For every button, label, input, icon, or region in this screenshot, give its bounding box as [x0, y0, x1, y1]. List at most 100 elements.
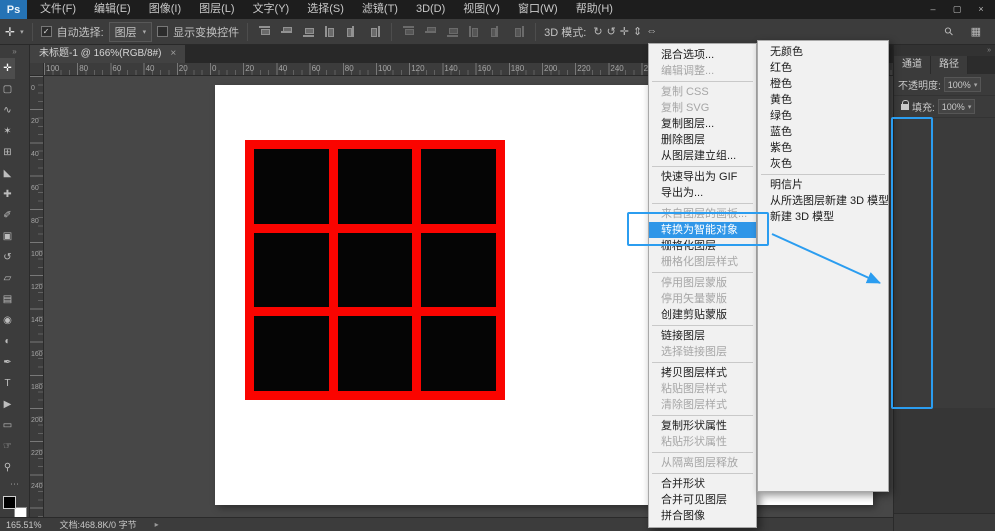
menubar-item-8[interactable]: 视图(V): [454, 0, 509, 19]
context-menu-item-26[interactable]: 清除图层样式: [649, 397, 756, 413]
eraser-tool[interactable]: ▱: [0, 268, 15, 289]
brush-tool[interactable]: ✐: [0, 205, 15, 226]
submenu-item-5[interactable]: 蓝色: [758, 124, 888, 140]
submenu-item-10[interactable]: 从所选图层新建 3D 模型: [758, 193, 888, 209]
hand-tool[interactable]: ☞: [0, 436, 15, 457]
3d-pan-icon[interactable]: ✛: [618, 25, 631, 38]
distribute-top-edges-icon[interactable]: [401, 25, 416, 38]
panel-collapse-icon[interactable]: »: [894, 45, 995, 56]
lock-all-icon[interactable]: [901, 104, 909, 110]
context-menu-item-1[interactable]: 编辑调整...: [649, 63, 756, 79]
history-brush-tool[interactable]: ↺: [0, 247, 15, 268]
dodge-tool[interactable]: ◐: [0, 331, 15, 352]
auto-select-target-dropdown[interactable]: 图层 ▾: [109, 22, 153, 42]
menubar-item-3[interactable]: 图层(L): [190, 0, 243, 19]
type-tool[interactable]: T: [0, 373, 15, 394]
context-menu-item-29[interactable]: 粘贴形状属性: [649, 434, 756, 450]
opacity-dropdown[interactable]: 100% ▾: [944, 77, 982, 92]
context-menu-item-15[interactable]: 栅格化图层样式: [649, 254, 756, 270]
context-menu-item-34[interactable]: 合并可见图层: [649, 492, 756, 508]
minimize-button[interactable]: –: [921, 0, 945, 18]
clone-stamp-tool[interactable]: ▣: [0, 226, 15, 247]
context-menu-item-4[interactable]: 复制 SVG: [649, 100, 756, 116]
distribute-horizontal-centers-icon[interactable]: [489, 25, 504, 38]
workspace-switcher-icon[interactable]: ▦: [969, 25, 983, 38]
align-top-edges-icon[interactable]: [257, 25, 272, 38]
context-menu-item-10[interactable]: 导出为...: [649, 185, 756, 201]
context-menu-item-14[interactable]: 栅格化图层: [649, 238, 756, 254]
healing-brush-tool[interactable]: ✚: [0, 184, 15, 205]
show-transform-checkbox[interactable]: [157, 26, 168, 37]
collapse-toolbar-icon[interactable]: »: [0, 45, 29, 58]
menubar-item-0[interactable]: 文件(F): [31, 0, 85, 19]
zoom-tool[interactable]: ⚲: [0, 457, 15, 478]
context-menu-item-33[interactable]: 合并形状: [649, 476, 756, 492]
distribute-bottom-edges-icon[interactable]: [445, 25, 460, 38]
gradient-tool[interactable]: ▤: [0, 289, 15, 310]
3d-roll-icon[interactable]: ↺: [605, 25, 618, 38]
submenu-item-11[interactable]: 新建 3D 模型: [758, 209, 888, 225]
zoom-level[interactable]: 165.51%: [6, 520, 42, 530]
tab-close-icon[interactable]: ×: [170, 45, 176, 63]
menubar-item-6[interactable]: 滤镜(T): [353, 0, 407, 19]
distribute-left-edges-icon[interactable]: [467, 25, 482, 38]
context-menu-item-35[interactable]: 拼合图像: [649, 508, 756, 524]
rectangular-marquee-tool[interactable]: ▢: [0, 79, 15, 100]
3d-slide-icon[interactable]: ⇕: [631, 25, 644, 38]
submenu-item-3[interactable]: 黄色: [758, 92, 888, 108]
restore-button[interactable]: ▢: [945, 0, 969, 18]
menubar-item-7[interactable]: 3D(D): [407, 0, 454, 19]
distribute-vertical-centers-icon[interactable]: [423, 25, 438, 38]
3d-orbit-icon[interactable]: ↻: [591, 25, 604, 38]
search-icon[interactable]: ⚲: [940, 23, 958, 41]
auto-select-checkbox[interactable]: ✓: [41, 26, 52, 37]
foreground-color-swatch[interactable]: [3, 496, 16, 509]
move-tool[interactable]: ✛: [0, 58, 15, 79]
status-options-caret-icon[interactable]: ▸: [155, 520, 159, 529]
menubar-item-1[interactable]: 编辑(E): [85, 0, 140, 19]
context-menu-item-6[interactable]: 删除图层: [649, 132, 756, 148]
submenu-item-1[interactable]: 红色: [758, 60, 888, 76]
context-menu-item-31[interactable]: 从隔离图层释放: [649, 455, 756, 471]
menubar-item-2[interactable]: 图像(I): [140, 0, 190, 19]
distribute-right-edges-icon[interactable]: [511, 25, 526, 38]
close-button[interactable]: ×: [969, 0, 993, 18]
submenu-item-7[interactable]: 灰色: [758, 156, 888, 172]
panel-tab-0[interactable]: 通道: [894, 56, 931, 74]
context-menu-item-21[interactable]: 链接图层: [649, 328, 756, 344]
context-menu-item-3[interactable]: 复制 CSS: [649, 84, 756, 100]
blur-tool[interactable]: ◉: [0, 310, 15, 331]
submenu-item-6[interactable]: 紫色: [758, 140, 888, 156]
path-selection-tool[interactable]: ▶: [0, 394, 15, 415]
menubar-item-4[interactable]: 文字(Y): [244, 0, 299, 19]
document-tab[interactable]: 未标题-1 @ 166%(RGB/8#) ×: [30, 45, 185, 63]
3d-scale-icon[interactable]: ⇔: [644, 25, 659, 38]
context-menu-item-13[interactable]: 转换为智能对象: [649, 222, 756, 238]
context-menu-item-9[interactable]: 快速导出为 GIF: [649, 169, 756, 185]
context-menu-item-22[interactable]: 选择链接图层: [649, 344, 756, 360]
menubar-item-10[interactable]: 帮助(H): [567, 0, 622, 19]
submenu-item-9[interactable]: 明信片: [758, 177, 888, 193]
tool-preset-caret-icon[interactable]: ▾: [20, 28, 24, 36]
align-horizontal-centers-icon[interactable]: [345, 25, 360, 38]
crop-tool[interactable]: ⊞: [0, 142, 15, 163]
context-menu-item-24[interactable]: 拷贝图层样式: [649, 365, 756, 381]
context-menu-item-18[interactable]: 停用矢量蒙版: [649, 291, 756, 307]
submenu-item-0[interactable]: 无颜色: [758, 44, 888, 60]
context-menu-item-7[interactable]: 从图层建立组...: [649, 148, 756, 164]
context-menu-item-5[interactable]: 复制图层...: [649, 116, 756, 132]
context-menu-item-17[interactable]: 停用图层蒙版: [649, 275, 756, 291]
context-menu-item-12[interactable]: 来自图层的画板...: [649, 206, 756, 222]
rectangle-tool[interactable]: ▭: [0, 415, 15, 436]
align-right-edges-icon[interactable]: [367, 25, 382, 38]
context-menu-item-19[interactable]: 创建剪贴蒙版: [649, 307, 756, 323]
eyedropper-tool[interactable]: ◣: [0, 163, 15, 184]
pen-tool[interactable]: ✒: [0, 352, 15, 373]
edit-toolbar-icon[interactable]: ⋯: [0, 478, 29, 490]
submenu-item-2[interactable]: 橙色: [758, 76, 888, 92]
align-vertical-centers-icon[interactable]: [279, 25, 294, 38]
panel-tab-1[interactable]: 路径: [931, 56, 968, 74]
context-menu-item-28[interactable]: 复制形状属性: [649, 418, 756, 434]
align-bottom-edges-icon[interactable]: [301, 25, 316, 38]
menubar-item-9[interactable]: 窗口(W): [509, 0, 567, 19]
